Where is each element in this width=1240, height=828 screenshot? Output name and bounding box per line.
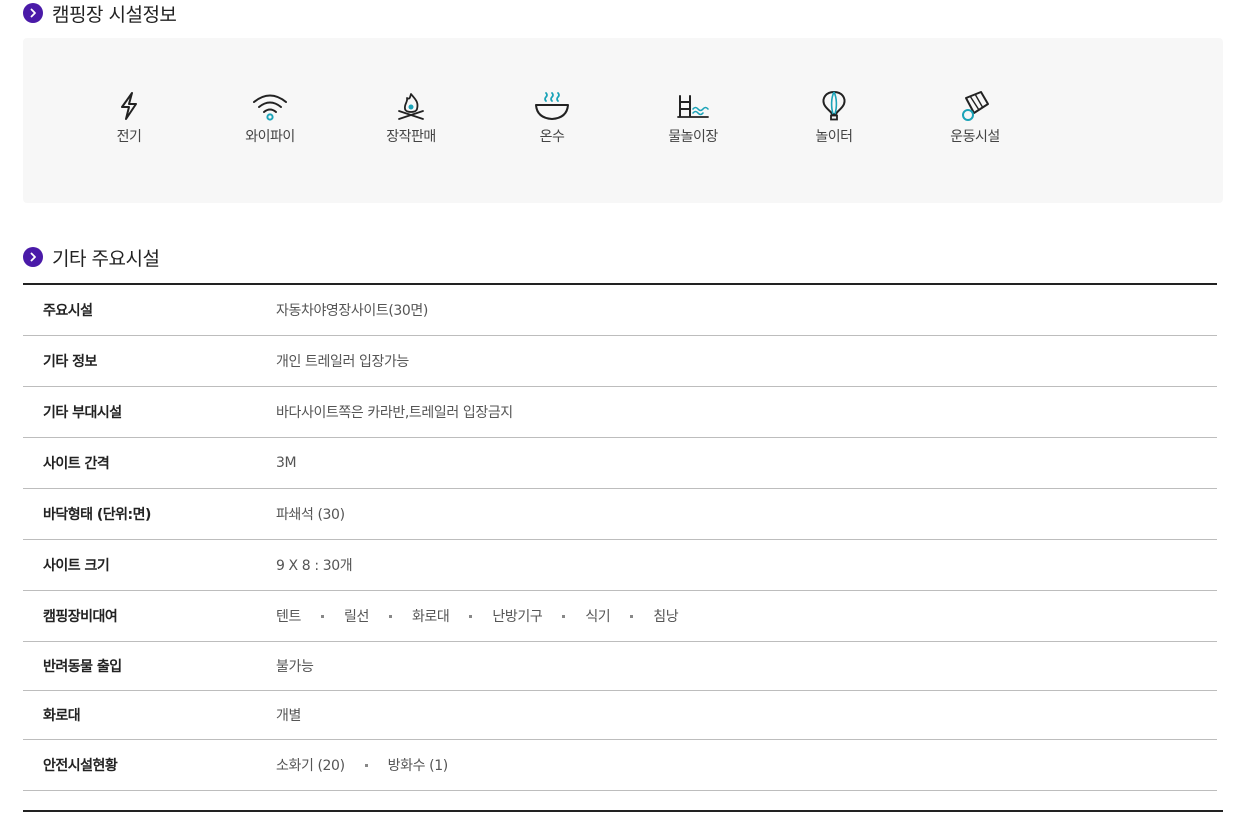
- row-value: 바다사이트쪽은 카라반,트레일러 입장금지: [276, 405, 513, 421]
- rental-item: 텐트: [276, 609, 301, 625]
- facility-icons-panel: 전기 와이파이 장작판매 온수 물놀이장 놀이터 운동시설: [23, 38, 1223, 203]
- row-label: 바닥형태 (단위:면): [43, 507, 151, 523]
- badminton-icon: [957, 90, 993, 122]
- facility-label: 놀이터: [815, 129, 853, 145]
- facility-label: 물놀이장: [668, 129, 718, 145]
- table-row: 캠핑장비대여 텐트 릴선 화로대 난방기구 식기 침낭: [23, 591, 1217, 642]
- facility-wifi: 와이파이: [215, 90, 325, 146]
- row-label: 화로대: [43, 708, 81, 724]
- row-label: 사이트 크기: [43, 558, 110, 574]
- chevron-right-icon: [23, 247, 43, 267]
- facility-hot-water: 온수: [497, 90, 607, 146]
- chevron-right-icon: [23, 3, 43, 23]
- rental-item: 화로대: [411, 609, 450, 625]
- wifi-icon: [252, 90, 288, 122]
- row-label: 안전시설현황: [43, 758, 118, 774]
- rental-items-list: 텐트 릴선 화로대 난방기구 식기 침낭: [276, 606, 679, 626]
- row-value: 개인 트레일러 입장가능: [276, 354, 409, 370]
- separator-dot: [630, 614, 634, 618]
- facility-label: 운동시설: [950, 129, 1000, 145]
- row-value: 파쇄석 (30): [276, 507, 345, 523]
- row-label: 사이트 간격: [43, 456, 110, 472]
- facility-electricity: 전기: [74, 90, 184, 146]
- section-title-facilities: 캠핑장 시설정보: [23, 0, 177, 26]
- facility-pool: 물놀이장: [638, 90, 748, 146]
- separator-dot: [388, 614, 392, 618]
- bottom-divider: [23, 810, 1223, 812]
- pool-icon: [675, 90, 711, 122]
- separator-dot: [364, 763, 368, 767]
- section-title-other-facilities: 기타 주요시설: [23, 244, 160, 270]
- table-row: 기타 정보 개인 트레일러 입장가능: [23, 336, 1217, 387]
- table-row: 기타 부대시설 바다사이트쪽은 카라반,트레일러 입장금지: [23, 387, 1217, 438]
- row-label: 기타 부대시설: [43, 405, 122, 421]
- table-row: 사이트 간격 3M: [23, 438, 1217, 489]
- safety-item: 방화수 (1): [387, 758, 449, 774]
- rental-item: 난방기구: [492, 609, 543, 625]
- section-title-text: 캠핑장 시설정보: [52, 3, 177, 26]
- row-value: 9 X 8 : 30개: [276, 558, 353, 574]
- safety-items-list: 소화기 (20) 방화수 (1): [276, 755, 448, 775]
- campfire-icon: [393, 90, 429, 122]
- rental-item: 릴선: [343, 609, 369, 625]
- row-label: 주요시설: [43, 303, 93, 319]
- facility-firewood: 장작판매: [356, 90, 466, 146]
- table-row: 화로대 개별: [23, 691, 1217, 740]
- row-value: 자동차야영장사이트(30면): [276, 303, 428, 319]
- row-value: 개별: [276, 708, 301, 724]
- table-row: 사이트 크기 9 X 8 : 30개: [23, 540, 1217, 591]
- facility-info-table: 주요시설 자동차야영장사이트(30면) 기타 정보 개인 트레일러 입장가능 기…: [23, 283, 1217, 791]
- rental-item: 침낭: [653, 609, 679, 625]
- row-value: 불가능: [276, 659, 314, 675]
- table-row: 안전시설현황 소화기 (20) 방화수 (1): [23, 740, 1217, 791]
- row-label: 기타 정보: [43, 354, 97, 370]
- safety-item: 소화기 (20): [276, 758, 345, 774]
- table-row: 반려동물 출입 불가능: [23, 642, 1217, 691]
- facility-sports: 운동시설: [920, 90, 1030, 146]
- balloon-icon: [816, 90, 852, 122]
- row-label: 반려동물 출입: [43, 659, 122, 675]
- lightning-icon: [111, 90, 147, 122]
- separator-dot: [562, 614, 566, 618]
- facility-label: 온수: [539, 129, 565, 145]
- section-title-text: 기타 주요시설: [52, 247, 160, 270]
- separator-dot: [469, 614, 473, 618]
- facility-label: 장작판매: [386, 129, 436, 145]
- row-value: 3M: [276, 455, 297, 471]
- table-row: 주요시설 자동차야영장사이트(30면): [23, 285, 1217, 336]
- rental-item: 식기: [585, 609, 611, 625]
- row-label: 캠핑장비대여: [43, 609, 118, 625]
- facility-label: 전기: [116, 129, 142, 145]
- facility-playground: 놀이터: [779, 90, 889, 146]
- facility-label: 와이파이: [245, 129, 295, 145]
- table-row: 바닥형태 (단위:면) 파쇄석 (30): [23, 489, 1217, 540]
- separator-dot: [320, 614, 324, 618]
- hot-water-icon: [534, 90, 570, 122]
